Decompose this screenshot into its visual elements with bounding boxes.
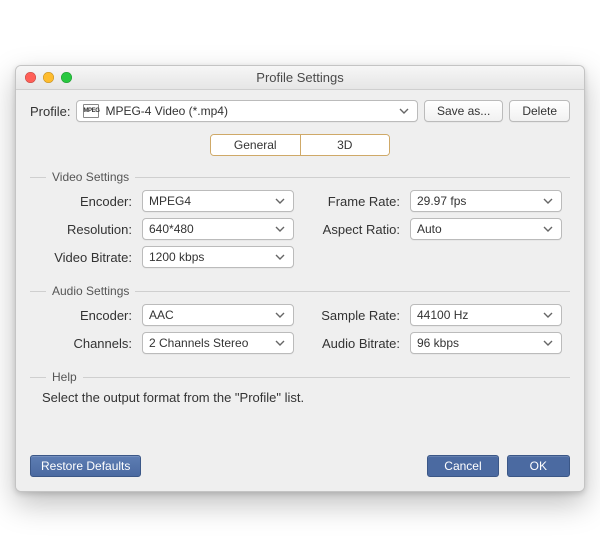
audio-settings-legend: Audio Settings: [52, 284, 129, 298]
chevron-down-icon: [541, 336, 555, 350]
video-encoder-label: Encoder:: [32, 194, 132, 209]
audio-settings-section: Audio Settings Encoder: AAC Sample Rate:…: [30, 284, 570, 360]
divider: [30, 377, 46, 378]
video-settings-legend: Video Settings: [52, 170, 129, 184]
settings-window: Profile Settings Profile: MPEG MPEG-4 Vi…: [15, 65, 585, 492]
profile-label: Profile:: [30, 104, 70, 119]
mpeg-icon: MPEG: [83, 104, 99, 118]
window-body: Profile: MPEG MPEG-4 Video (*.mp4) Save …: [16, 90, 584, 491]
resolution-label: Resolution:: [32, 222, 132, 237]
profile-row: Profile: MPEG MPEG-4 Video (*.mp4) Save …: [30, 100, 570, 122]
video-bitrate-label: Video Bitrate:: [32, 250, 132, 265]
video-encoder-value: MPEG4: [149, 194, 191, 208]
audio-bitrate-value: 96 kbps: [417, 336, 459, 350]
frame-rate-value: 29.97 fps: [417, 194, 466, 208]
sample-rate-label: Sample Rate:: [304, 308, 400, 323]
video-bitrate-select[interactable]: 1200 kbps: [142, 246, 294, 268]
resolution-value: 640*480: [149, 222, 194, 236]
chevron-down-icon: [273, 250, 287, 264]
channels-label: Channels:: [32, 336, 132, 351]
chevron-down-icon: [273, 308, 287, 322]
video-encoder-select[interactable]: MPEG4: [142, 190, 294, 212]
tab-3d[interactable]: 3D: [300, 135, 390, 155]
divider: [135, 291, 570, 292]
footer-row: Restore Defaults Cancel OK: [30, 455, 570, 477]
chevron-down-icon: [541, 308, 555, 322]
ok-button[interactable]: OK: [507, 455, 570, 477]
aspect-ratio-value: Auto: [417, 222, 442, 236]
channels-select[interactable]: 2 Channels Stereo: [142, 332, 294, 354]
audio-encoder-label: Encoder:: [32, 308, 132, 323]
window-controls: [16, 72, 72, 83]
profile-selected-value: MPEG-4 Video (*.mp4): [105, 104, 390, 118]
audio-encoder-value: AAC: [149, 308, 174, 322]
divider: [30, 291, 46, 292]
save-as-button[interactable]: Save as...: [424, 100, 503, 122]
maximize-icon[interactable]: [61, 72, 72, 83]
chevron-down-icon: [397, 104, 411, 118]
audio-encoder-select[interactable]: AAC: [142, 304, 294, 326]
aspect-ratio-label: Aspect Ratio:: [304, 222, 400, 237]
frame-rate-label: Frame Rate:: [304, 194, 400, 209]
chevron-down-icon: [273, 194, 287, 208]
divider: [135, 177, 570, 178]
chevron-down-icon: [273, 222, 287, 236]
divider: [30, 177, 46, 178]
divider: [83, 377, 570, 378]
help-legend: Help: [52, 370, 77, 384]
titlebar: Profile Settings: [16, 66, 584, 90]
video-settings-section: Video Settings Encoder: MPEG4 Frame Rate…: [30, 170, 570, 274]
chevron-down-icon: [273, 336, 287, 350]
channels-value: 2 Channels Stereo: [149, 336, 248, 350]
chevron-down-icon: [541, 222, 555, 236]
close-icon[interactable]: [25, 72, 36, 83]
tab-group: General 3D: [210, 134, 390, 156]
sample-rate-value: 44100 Hz: [417, 308, 468, 322]
aspect-ratio-select[interactable]: Auto: [410, 218, 562, 240]
minimize-icon[interactable]: [43, 72, 54, 83]
help-text: Select the output format from the "Profi…: [30, 384, 570, 445]
frame-rate-select[interactable]: 29.97 fps: [410, 190, 562, 212]
delete-button[interactable]: Delete: [509, 100, 570, 122]
tab-general[interactable]: General: [211, 135, 300, 155]
window-title: Profile Settings: [16, 70, 584, 85]
chevron-down-icon: [541, 194, 555, 208]
video-bitrate-value: 1200 kbps: [149, 250, 204, 264]
resolution-select[interactable]: 640*480: [142, 218, 294, 240]
restore-defaults-button[interactable]: Restore Defaults: [30, 455, 141, 477]
audio-bitrate-label: Audio Bitrate:: [304, 336, 400, 351]
profile-select[interactable]: MPEG MPEG-4 Video (*.mp4): [76, 100, 417, 122]
help-section: Help Select the output format from the "…: [30, 370, 570, 445]
audio-bitrate-select[interactable]: 96 kbps: [410, 332, 562, 354]
sample-rate-select[interactable]: 44100 Hz: [410, 304, 562, 326]
cancel-button[interactable]: Cancel: [427, 455, 498, 477]
